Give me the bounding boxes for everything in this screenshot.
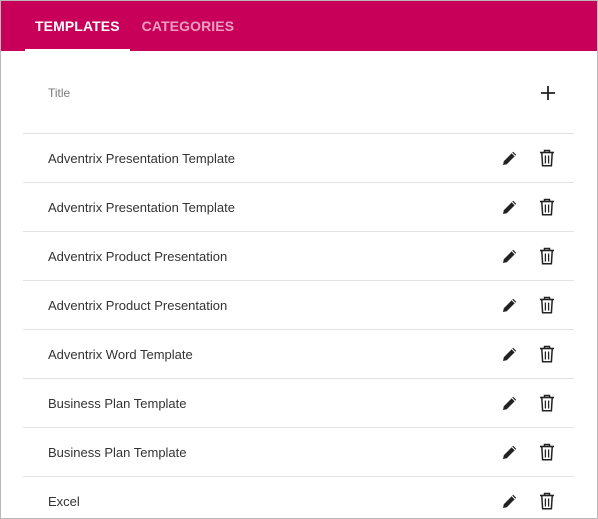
list-item: Adventrix Product Presentation: [23, 232, 574, 281]
row-actions: [487, 144, 561, 172]
trash-icon: [540, 394, 554, 412]
list-item: Business Plan Template: [23, 428, 574, 477]
list-item: Business Plan Template: [23, 379, 574, 428]
delete-button[interactable]: [533, 438, 561, 466]
delete-button[interactable]: [533, 340, 561, 368]
trash-icon: [540, 296, 554, 314]
plus-icon: [541, 85, 555, 100]
template-title: Adventrix Presentation Template: [48, 150, 235, 166]
row-actions: [487, 291, 561, 319]
edit-button[interactable]: [496, 340, 524, 368]
pencil-icon: [503, 298, 517, 312]
pencil-icon: [503, 396, 517, 410]
delete-button[interactable]: [533, 291, 561, 319]
row-actions: [487, 242, 561, 270]
template-title: Business Plan Template: [48, 444, 187, 460]
edit-button[interactable]: [496, 291, 524, 319]
trash-icon: [540, 492, 554, 510]
tab-categories[interactable]: CATEGORIES: [132, 1, 245, 51]
edit-button[interactable]: [496, 487, 524, 515]
tab-bar: TEMPLATES CATEGORIES: [1, 1, 597, 51]
template-title: Adventrix Product Presentation: [48, 248, 228, 264]
template-title: Excel: [48, 493, 80, 509]
trash-icon: [540, 247, 554, 265]
list-item: Excel: [23, 477, 574, 518]
template-title: Adventrix Presentation Template: [48, 199, 235, 215]
trash-icon: [540, 345, 554, 363]
trash-icon: [540, 149, 554, 167]
list-item: Adventrix Word Template: [23, 330, 574, 379]
list-item: Adventrix Product Presentation: [23, 281, 574, 330]
list-item: Adventrix Presentation Template: [23, 134, 574, 183]
trash-icon: [540, 443, 554, 461]
edit-button[interactable]: [496, 193, 524, 221]
edit-button[interactable]: [496, 438, 524, 466]
pencil-icon: [503, 445, 517, 459]
delete-button[interactable]: [533, 144, 561, 172]
trash-icon: [540, 198, 554, 216]
template-title: Adventrix Product Presentation: [48, 297, 228, 313]
delete-button[interactable]: [533, 242, 561, 270]
delete-button[interactable]: [533, 193, 561, 221]
pencil-icon: [503, 151, 517, 165]
templates-list: Title Adventrix Presentation Template Ad…: [23, 52, 574, 518]
pencil-icon: [503, 200, 517, 214]
template-title: Business Plan Template: [48, 395, 187, 411]
row-actions: [487, 340, 561, 368]
tab-templates[interactable]: TEMPLATES: [25, 1, 130, 51]
pencil-icon: [503, 494, 517, 508]
edit-button[interactable]: [496, 389, 524, 417]
list-item: Adventrix Presentation Template: [23, 183, 574, 232]
pencil-icon: [503, 347, 517, 361]
template-title: Adventrix Word Template: [48, 346, 193, 362]
list-header: Title: [23, 52, 574, 134]
template-manager-window: TEMPLATES CATEGORIES Title Adventrix Pre…: [0, 0, 598, 519]
row-actions: [487, 389, 561, 417]
delete-button[interactable]: [533, 389, 561, 417]
title-column-header: Title: [48, 85, 71, 100]
row-actions: [487, 487, 561, 515]
row-actions: [487, 193, 561, 221]
edit-button[interactable]: [496, 144, 524, 172]
delete-button[interactable]: [533, 487, 561, 515]
add-template-button[interactable]: [530, 75, 566, 111]
edit-button[interactable]: [496, 242, 524, 270]
row-actions: [487, 438, 561, 466]
pencil-icon: [503, 249, 517, 263]
